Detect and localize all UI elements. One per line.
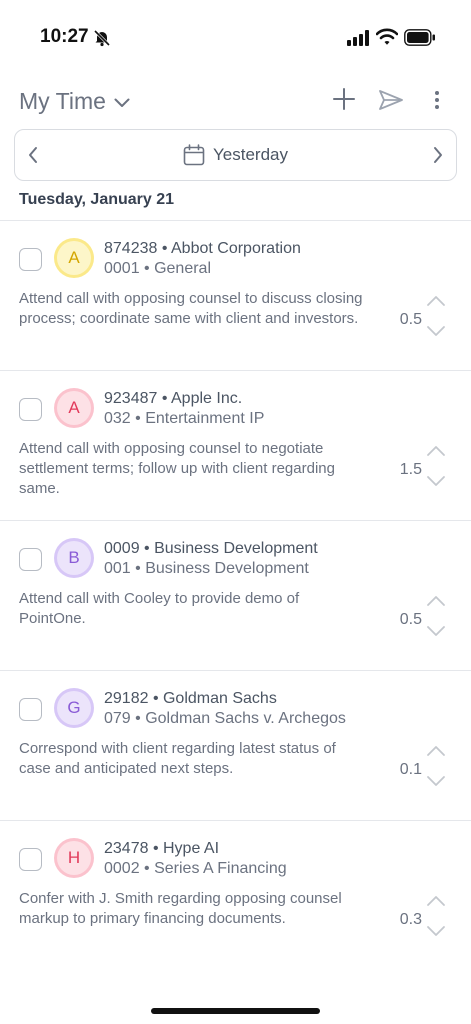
calendar-icon	[183, 144, 205, 166]
matter-name: 0002 • Series A Financing	[104, 860, 287, 877]
decrease-hours-button[interactable]	[426, 775, 446, 787]
wifi-icon	[376, 28, 398, 45]
increase-hours-button[interactable]	[426, 745, 446, 757]
time-entry[interactable]: H 23478 • Hype AI 0002 • Series A Financ…	[0, 821, 471, 971]
client-avatar: A	[57, 241, 91, 275]
entry-checkbox[interactable]	[19, 398, 42, 421]
decrease-hours-button[interactable]	[426, 475, 446, 487]
entry-checkbox[interactable]	[19, 848, 42, 871]
client-avatar: G	[57, 691, 91, 725]
entry-hours: 0.1	[399, 761, 422, 778]
time-entry[interactable]: A 874238 • Abbot Corporation 0001 • Gene…	[0, 221, 471, 371]
client-avatar: A	[57, 391, 91, 425]
increase-hours-button[interactable]	[426, 295, 446, 307]
entry-checkbox[interactable]	[19, 248, 42, 271]
entry-checkbox[interactable]	[19, 548, 42, 571]
date-label: Yesterday	[213, 145, 288, 164]
client-name: 874238 • Abbot Corporation	[104, 240, 301, 257]
client-name: 923487 • Apple Inc.	[104, 390, 243, 407]
matter-name: 032 • Entertainment IP	[104, 410, 265, 427]
client-avatar: H	[57, 841, 91, 875]
client-name: 23478 • Hype AI	[104, 840, 220, 857]
status-bar: 10:27	[0, 0, 471, 78]
increase-hours-button[interactable]	[426, 445, 446, 457]
home-indicator	[151, 1008, 320, 1014]
status-time: 10:27	[40, 26, 89, 47]
entry-hours: 0.3	[399, 911, 422, 928]
bell-off-icon	[93, 29, 111, 47]
day-heading: Tuesday, January 21	[19, 191, 175, 208]
chevron-down-icon	[114, 98, 130, 107]
battery-icon	[404, 29, 435, 46]
increase-hours-button[interactable]	[426, 895, 446, 907]
time-entry[interactable]: A 923487 • Apple Inc. 032 • Entertainmen…	[0, 371, 471, 521]
entry-narrative: Attend call with Cooley to provide demo …	[19, 590, 300, 627]
more-options-icon[interactable]	[434, 90, 440, 110]
client-name: 0009 • Business Development	[104, 540, 318, 557]
entry-narrative: Confer with J. Smith regarding opposing …	[19, 890, 342, 927]
decrease-hours-button[interactable]	[426, 325, 446, 337]
entry-hours: 1.5	[399, 461, 422, 478]
matter-name: 001 • Business Development	[104, 560, 309, 577]
view-switcher[interactable]: My Time	[19, 88, 130, 115]
send-icon[interactable]	[378, 89, 404, 111]
client-avatar: B	[57, 541, 91, 575]
decrease-hours-button[interactable]	[426, 925, 446, 937]
cellular-signal-icon	[347, 30, 369, 46]
entry-hours: 0.5	[399, 311, 422, 328]
date-navigator: Yesterday	[14, 129, 457, 181]
matter-name: 079 • Goldman Sachs v. Archegos	[104, 710, 346, 727]
page-title: My Time	[19, 88, 106, 114]
increase-hours-button[interactable]	[426, 595, 446, 607]
time-entry[interactable]: G 29182 • Goldman Sachs 079 • Goldman Sa…	[0, 671, 471, 821]
time-entry[interactable]: B 0009 • Business Development 001 • Busi…	[0, 521, 471, 671]
time-entry-list: A 874238 • Abbot Corporation 0001 • Gene…	[0, 221, 471, 971]
entry-narrative: Correspond with client regarding latest …	[19, 740, 336, 777]
date-picker-button[interactable]: Yesterday	[15, 144, 456, 166]
header: My Time	[0, 80, 471, 124]
add-icon[interactable]	[333, 88, 355, 110]
entry-narrative: Attend call with opposing counsel to dis…	[19, 290, 363, 327]
entry-hours: 0.5	[399, 611, 422, 628]
next-day-button[interactable]	[432, 146, 444, 164]
entry-checkbox[interactable]	[19, 698, 42, 721]
matter-name: 0001 • General	[104, 260, 212, 277]
entry-narrative: Attend call with opposing counsel to neg…	[19, 440, 335, 497]
decrease-hours-button[interactable]	[426, 625, 446, 637]
client-name: 29182 • Goldman Sachs	[104, 690, 277, 707]
